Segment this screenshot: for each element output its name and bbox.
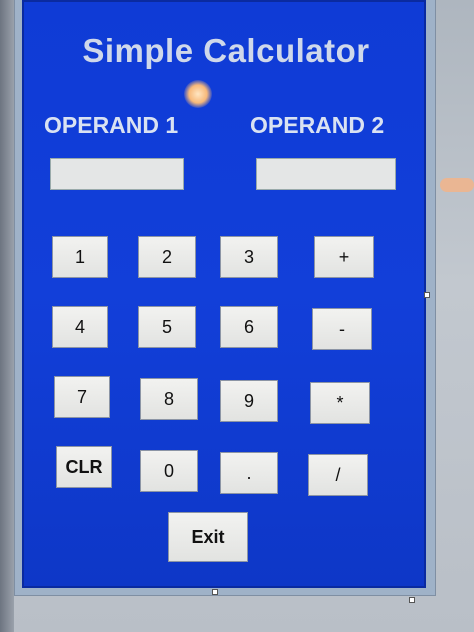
divide-button[interactable]: / [308,454,368,496]
digit-9-button[interactable]: 9 [220,380,278,422]
calculator-form: Simple Calculator OPERAND 1 OPERAND 2 1 … [22,0,426,588]
app-title: Simple Calculator [82,32,370,69]
operand-1-input[interactable] [50,158,184,190]
add-button[interactable]: + [314,236,374,278]
digit-8-button[interactable]: 8 [140,378,198,420]
subtract-button[interactable]: - [312,308,372,350]
resize-handle-right[interactable] [424,292,430,298]
exit-button[interactable]: Exit [168,512,248,562]
digit-1-button[interactable]: 1 [52,236,108,278]
operand-2-label: OPERAND 2 [250,112,385,138]
digit-5-button[interactable]: 5 [138,306,196,348]
monitor-bezel [0,0,14,632]
background-light-reflection [440,178,474,192]
digit-3-button[interactable]: 3 [220,236,278,278]
operand-1-label: OPERAND 1 [44,112,179,138]
digit-2-button[interactable]: 2 [138,236,196,278]
clear-button[interactable]: CLR [56,446,112,488]
digit-0-button[interactable]: 0 [140,450,198,492]
resize-handle-corner[interactable] [409,597,415,603]
digit-4-button[interactable]: 4 [52,306,108,348]
decimal-button[interactable]: . [220,452,278,494]
operand-2-input[interactable] [256,158,396,190]
digit-6-button[interactable]: 6 [220,306,278,348]
resize-handle-bottom[interactable] [212,589,218,595]
digit-7-button[interactable]: 7 [54,376,110,418]
screen-glare [184,80,212,108]
multiply-button[interactable]: * [310,382,370,424]
